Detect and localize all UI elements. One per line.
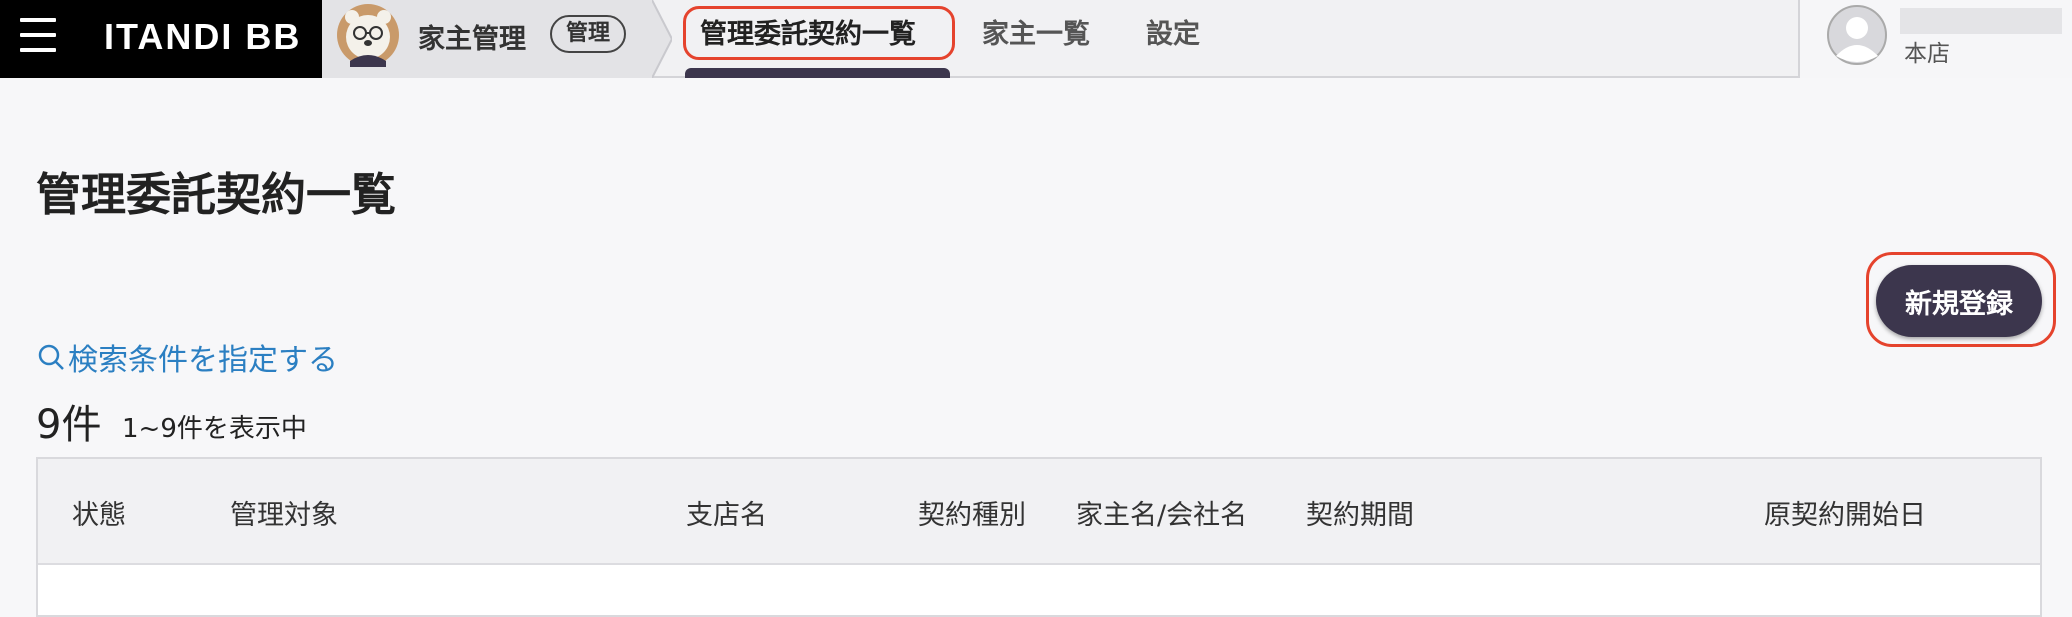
- breadcrumb-chevron-icon: [652, 0, 672, 78]
- column-header-period[interactable]: 契約期間: [1306, 493, 1414, 532]
- app-name: 家主管理: [418, 24, 526, 55]
- tab-contract-list[interactable]: 管理委託契約一覧: [700, 0, 916, 78]
- user-name-redacted: [1900, 8, 2062, 34]
- column-header-target[interactable]: 管理対象: [230, 493, 338, 532]
- app-breadcrumb[interactable]: 家主管理 管理: [322, 0, 672, 78]
- logo[interactable]: ITANDI BB: [104, 16, 301, 58]
- hamburger-icon[interactable]: [18, 16, 58, 56]
- search-link-label: 検索条件を指定する: [68, 343, 338, 378]
- column-header-status[interactable]: 状態: [72, 493, 126, 532]
- top-header: ITANDI BB 家主管理 管理 管理委託契約一覧 家主一覧 設定 本店: [0, 0, 2072, 78]
- tab-owner-list[interactable]: 家主一覧: [982, 0, 1090, 78]
- brand-area: ITANDI BB: [0, 0, 322, 78]
- column-header-branch[interactable]: 支店名: [686, 493, 767, 532]
- column-header-owner[interactable]: 家主名/会社名: [1076, 493, 1247, 532]
- tab-active-indicator: [685, 68, 950, 78]
- search-icon: [38, 344, 64, 370]
- tab-settings[interactable]: 設定: [1146, 0, 1200, 78]
- result-range: 1~9件を表示中: [122, 414, 307, 444]
- page-title: 管理委託契約一覧: [36, 168, 397, 221]
- bear-avatar-icon: [337, 4, 399, 67]
- column-header-type[interactable]: 契約種別: [918, 493, 1026, 532]
- user-branch: 本店: [1904, 41, 1950, 67]
- new-register-button[interactable]: 新規登録: [1876, 265, 2042, 337]
- user-menu[interactable]: 本店: [1798, 0, 2072, 78]
- result-count: 9件: [36, 402, 102, 448]
- user-avatar-icon: [1827, 5, 1887, 65]
- table-header: 状態 管理対象 支店名 契約種別 家主名/会社名 契約期間 原契約開始日: [38, 459, 2040, 565]
- column-header-original-start[interactable]: 原契約開始日: [1764, 493, 1926, 532]
- search-conditions-link[interactable]: 検索条件を指定する: [36, 335, 338, 379]
- contract-table: 状態 管理対象 支店名 契約種別 家主名/会社名 契約期間 原契約開始日: [36, 457, 2042, 617]
- app-badge: 管理: [550, 15, 627, 53]
